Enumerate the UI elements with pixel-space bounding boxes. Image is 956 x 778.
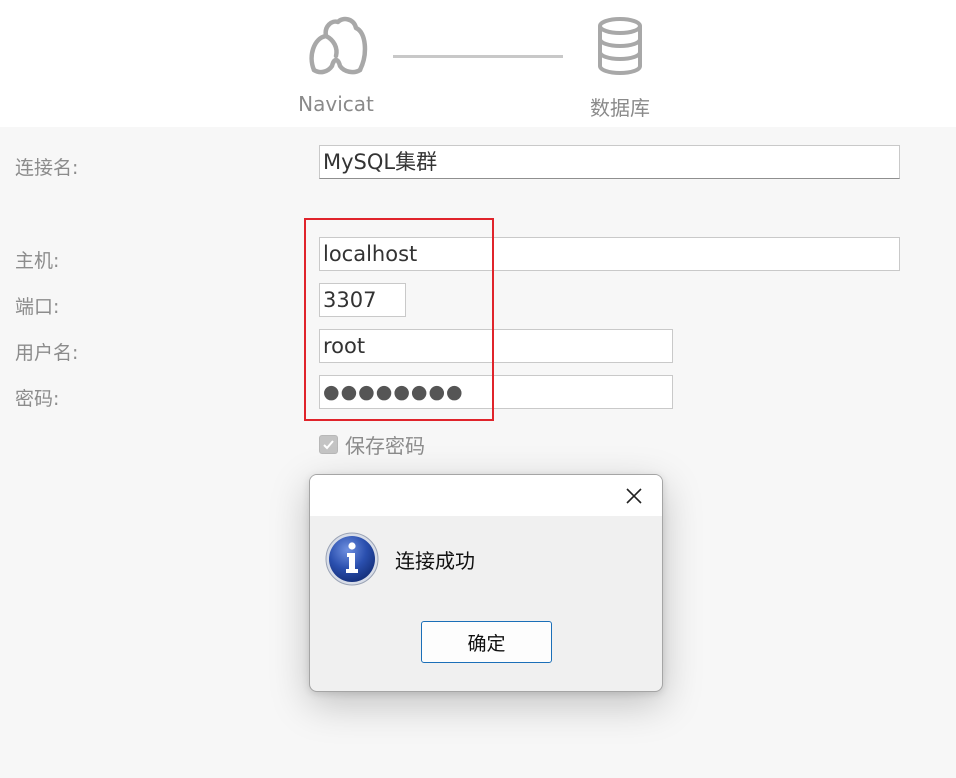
info-icon [325,532,379,586]
close-button[interactable] [624,486,644,506]
connection-name-label: 连接名: [15,157,79,179]
wizard-step-label: 数据库 [590,96,650,120]
checkmark-icon [323,440,334,450]
wizard-step-navicat: Navicat [286,14,386,116]
save-password-option[interactable]: 保存密码 [319,430,425,459]
navicat-icon [309,16,368,75]
ok-button[interactable]: 确定 [421,621,552,663]
connection-name-input[interactable]: MySQL集群 [319,145,900,179]
wizard-header: Navicat 数据库 [0,0,956,127]
highlight-box [304,218,494,421]
host-label: 主机: [15,250,60,272]
username-label: 用户名: [15,342,79,364]
dialog-message: 连接成功 [395,549,475,573]
dialog-titlebar [310,475,662,516]
database-icon [598,17,642,76]
save-password-label: 保存密码 [345,434,425,458]
port-label: 端口: [15,296,60,318]
password-label: 密码: [15,388,60,410]
save-password-checkbox[interactable] [319,435,338,454]
close-icon [626,488,642,504]
wizard-step-label: Navicat [298,92,374,116]
wizard-connector [393,55,563,58]
wizard-step-database: 数据库 [570,14,670,121]
connection-success-dialog: 连接成功 确定 [309,474,663,692]
